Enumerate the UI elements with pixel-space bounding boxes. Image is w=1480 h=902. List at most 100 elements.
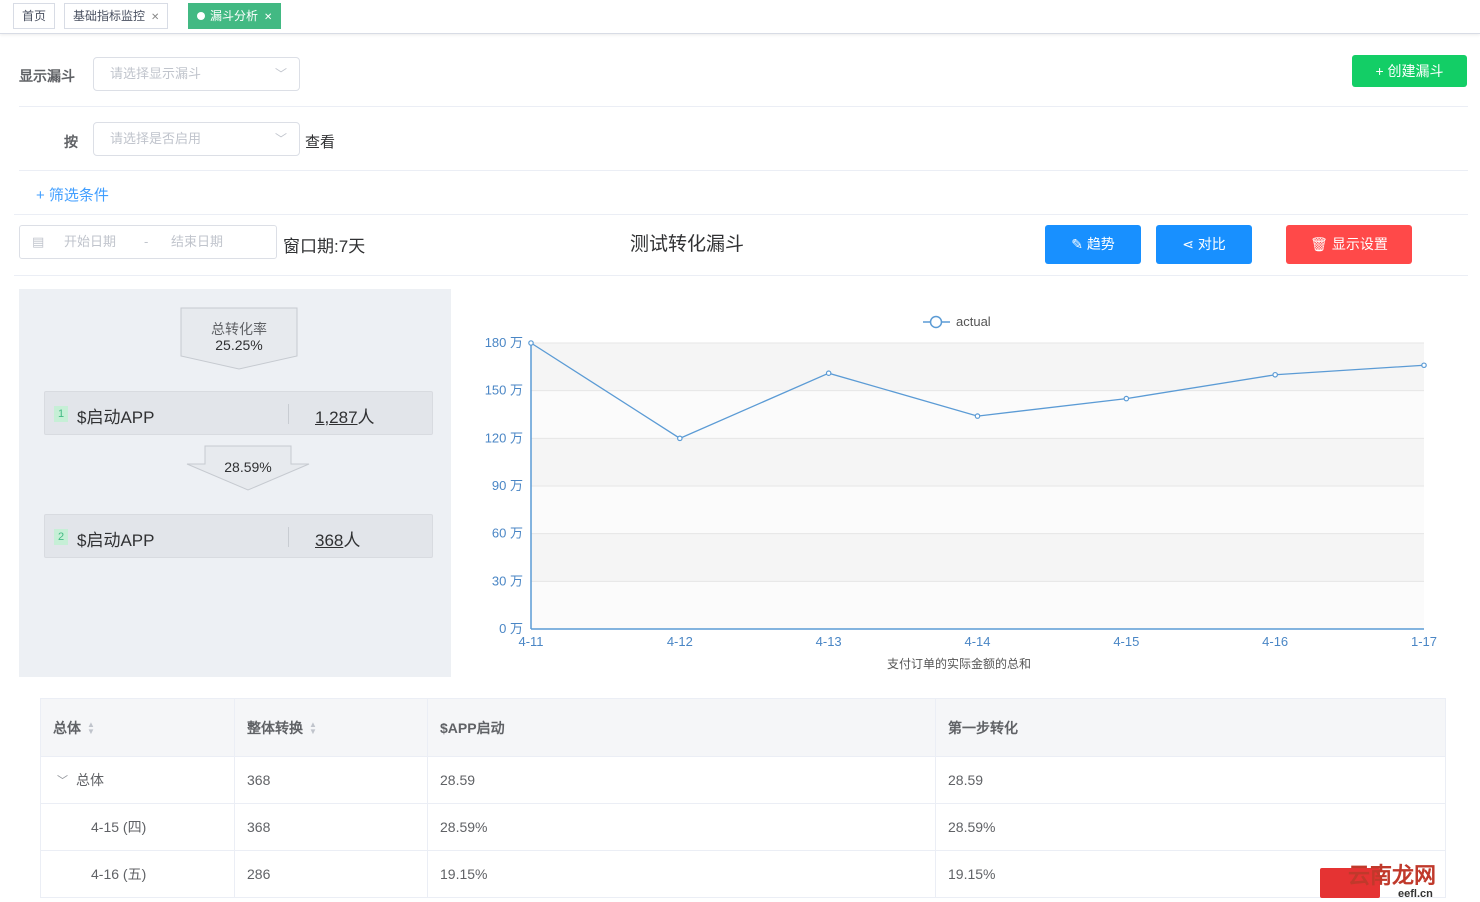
table-cell: 368 xyxy=(235,757,428,803)
x-tick-label: 4-12 xyxy=(667,634,693,649)
table-cell: 28.59% xyxy=(428,804,936,850)
close-icon[interactable]: ✕ xyxy=(264,12,272,23)
funnel-step-2[interactable]: 2 $启动APP 368人 xyxy=(44,514,433,558)
tab-basic-metrics[interactable]: 基础指标监控 ✕ xyxy=(64,3,169,29)
table-cell: 4-16 (五) xyxy=(41,851,235,897)
display-settings-label: 显示设置 xyxy=(1331,236,1388,252)
sort-icon[interactable]: ▲ ▼ xyxy=(309,720,317,735)
cell-text: 19.15% xyxy=(440,866,488,882)
x-tick-label: 4-11 xyxy=(518,634,543,649)
divider xyxy=(14,275,1468,276)
data-point xyxy=(1123,395,1130,402)
window-period: 窗口期:7天 xyxy=(283,232,365,257)
legend-label[interactable]: actual xyxy=(956,314,991,329)
trend-button[interactable]: ✎ 趋势 xyxy=(1045,225,1141,264)
cell-text: 28.59 xyxy=(948,772,984,788)
close-icon[interactable]: ✕ xyxy=(151,12,159,23)
step-count-value[interactable]: 368 xyxy=(315,531,343,550)
window-value: 7天 xyxy=(338,237,366,256)
range-separator: - xyxy=(144,234,149,249)
chart-band xyxy=(531,581,1424,629)
divider xyxy=(14,214,1468,215)
data-point xyxy=(677,435,683,442)
funnel-panel: 总转化率 25.25% 1 $启动APP 1,287人 28.59% 2 $启动… xyxy=(19,289,451,677)
sort-icon[interactable]: ▲ ▼ xyxy=(87,720,95,735)
calendar-icon: ▤ xyxy=(32,234,45,249)
cell-text: 28.59% xyxy=(948,819,996,835)
y-tick-label: 30 万 xyxy=(492,573,523,588)
y-tick-label: 90 万 xyxy=(492,478,523,493)
funnel-label: 显示漏斗 xyxy=(19,68,75,84)
enable-select[interactable]: 请选择是否启用 ﹀ xyxy=(93,122,300,156)
table-cell: 4-15 (四) xyxy=(41,804,235,850)
data-point xyxy=(974,413,981,419)
table-row[interactable]: ﹀ 总体 368 28.59 28.59 xyxy=(41,757,1445,804)
chevron-down-icon: ﹀ xyxy=(274,132,287,146)
create-funnel-label: + 创建漏斗 xyxy=(1375,63,1444,79)
x-tick-label: 4-16 xyxy=(1262,634,1288,649)
chart-band xyxy=(531,438,1424,486)
table-row[interactable]: 4-16 (五) 286 19.15% 19.15% xyxy=(41,851,1445,898)
tab-funnel-analysis[interactable]: 漏斗分析 ✕ xyxy=(188,3,282,29)
column-header-label: 总体 xyxy=(53,719,81,736)
chart-title: 测试转化漏斗 xyxy=(630,234,745,255)
column-header[interactable]: 总体 ▲ ▼ xyxy=(41,699,235,756)
table-cell: 19.15% xyxy=(428,851,936,897)
funnel-step-1[interactable]: 1 $启动APP 1,287人 xyxy=(44,391,433,435)
step-number: 1 xyxy=(54,406,68,422)
step-count-unit: 人 xyxy=(357,408,375,427)
view-label: 查看 xyxy=(305,134,336,151)
step-name: $启动APP xyxy=(77,408,155,427)
total-rate-value: 25.25% xyxy=(215,337,263,353)
trend-button-label: 趋势 xyxy=(1086,236,1115,252)
line-chart: 0 万30 万60 万90 万120 万150 万180 万4-11 4-12 4-… xyxy=(485,314,1437,671)
chart-band xyxy=(531,533,1424,582)
tab-home[interactable]: 首页 xyxy=(13,3,56,29)
table-cell: 286 xyxy=(235,851,428,897)
tab-label: 基础指标监控 xyxy=(73,9,146,23)
display-settings-button[interactable]: 🗑 显示设置 xyxy=(1286,225,1412,264)
cell-text: 28.59 xyxy=(440,772,476,788)
trash-icon: 🗑 xyxy=(1310,236,1328,252)
divider xyxy=(19,170,1468,171)
total-rate-label: 总转化率 xyxy=(211,321,267,337)
table-cell: 28.59 xyxy=(428,757,936,803)
table-cell: 28.59 xyxy=(936,757,1445,803)
step-count-value[interactable]: 1,287 xyxy=(315,408,358,427)
column-header-label: 第一步转化 xyxy=(948,719,1018,736)
table-cell: 28.59% xyxy=(936,804,1445,850)
create-funnel-button[interactable]: + 创建漏斗 xyxy=(1352,55,1467,87)
y-tick-label: 180 万 xyxy=(485,335,523,350)
funnel-select[interactable]: 请选择显示漏斗 ﹀ xyxy=(93,57,300,91)
cell-text: 4-15 (四) xyxy=(91,819,147,835)
cell-text: 19.15% xyxy=(948,866,996,882)
column-header[interactable]: 整体转换 ▲ ▼ xyxy=(235,699,428,756)
chevron-down-icon[interactable]: ﹀ xyxy=(57,772,68,788)
watermark-logo: 云南龙网 eefl.cn xyxy=(1320,858,1470,902)
compare-button[interactable]: ⋖ 对比 xyxy=(1156,225,1252,264)
step-count[interactable]: 1,287人 xyxy=(315,403,375,428)
column-header-label: 整体转换 xyxy=(247,719,303,736)
step-count[interactable]: 368人 xyxy=(315,526,360,551)
divider xyxy=(19,106,1468,107)
cell-text: 28.59% xyxy=(440,819,488,835)
x-tick-label: 1-17 xyxy=(1411,634,1437,649)
edit-icon: ✎ xyxy=(1071,236,1083,252)
cell-text: 368 xyxy=(247,772,271,788)
x-tick-label: 4-13 xyxy=(816,634,842,649)
date-range-picker[interactable]: ▤ 开始日期 - 结束日期 xyxy=(19,225,277,259)
y-tick-label: 60 万 xyxy=(492,526,523,541)
cell-text: 4-16 (五) xyxy=(91,866,147,882)
start-date-input[interactable]: 开始日期 xyxy=(64,226,116,258)
table-row[interactable]: 4-15 (四) 368 28.59% 28.59% xyxy=(41,804,1445,851)
column-header: $APP启动 xyxy=(428,699,936,756)
funnel-select-placeholder: 请选择显示漏斗 xyxy=(110,66,202,81)
active-dot-icon xyxy=(197,12,205,20)
data-point xyxy=(1421,362,1427,369)
add-filter-link[interactable]: + 筛选条件 xyxy=(36,184,109,205)
end-date-input[interactable]: 结束日期 xyxy=(171,226,223,258)
enable-select-placeholder: 请选择是否启用 xyxy=(110,131,202,146)
y-tick-label: 120 万 xyxy=(485,430,523,445)
watermark-subtext: eefl.cn xyxy=(1398,888,1433,900)
x-axis-title: 支付订单的实际金额的总和 xyxy=(887,656,1031,671)
